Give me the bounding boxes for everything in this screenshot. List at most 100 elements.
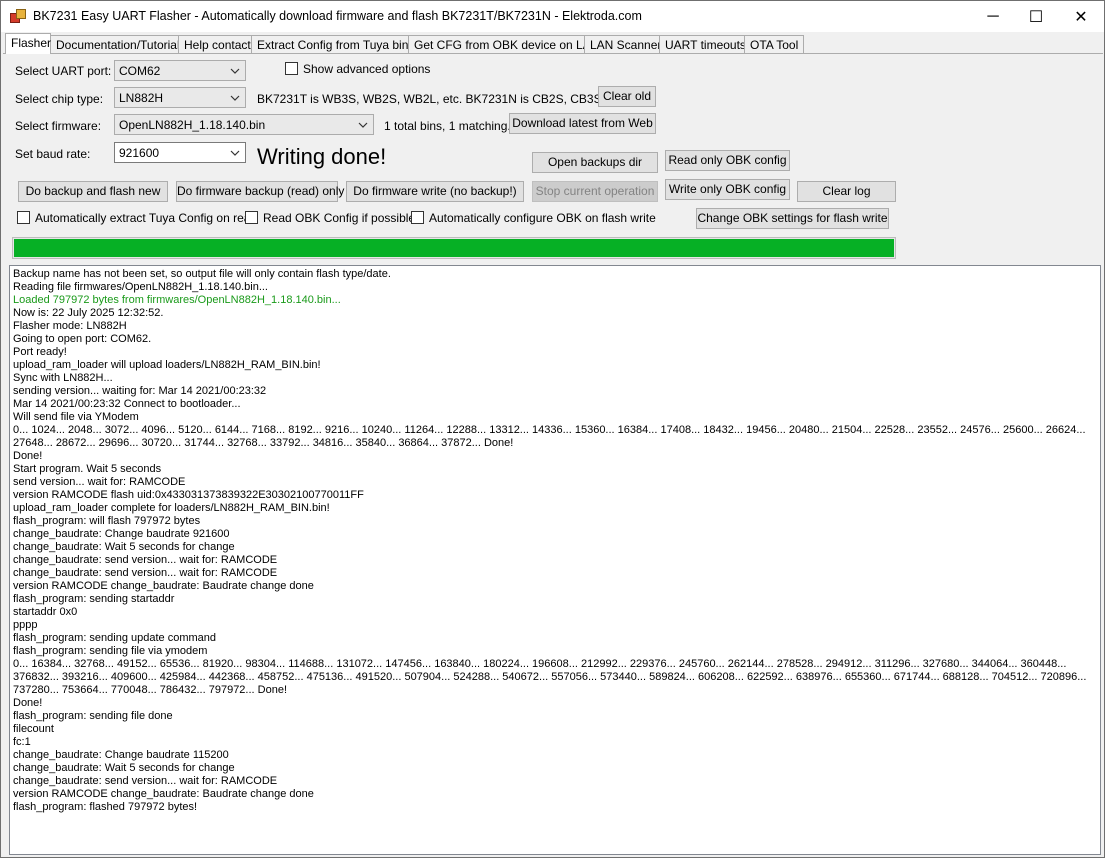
log-line: Done! <box>13 450 43 462</box>
log-line: sending version... waiting for: Mar 14 2… <box>13 385 267 397</box>
tab-extract-config[interactable]: Extract Config from Tuya binary <box>251 35 425 53</box>
auto-configure-checkbox[interactable] <box>411 211 424 224</box>
log-line: 0... 1024... 2048... 3072... 4096... 512… <box>13 424 1086 436</box>
read-only-obk-button[interactable]: Read only OBK config <box>665 150 790 171</box>
log-line: change_baudrate: send version... wait fo… <box>13 554 278 566</box>
log-line: pppp <box>13 619 38 631</box>
log-line: version RAMCODE change_baudrate: Baudrat… <box>13 580 314 592</box>
log-line: Done! <box>13 697 43 709</box>
log-line: startaddr 0x0 <box>13 606 78 618</box>
tab-uart-timeouts[interactable]: UART timeouts <box>659 35 746 53</box>
log-line: Now is: 22 July 2025 12:32:52. <box>13 307 164 319</box>
firmware-write-button[interactable]: Do firmware write (no backup!) <box>346 181 524 202</box>
firmware-label: Select firmware: <box>15 119 102 133</box>
app-icon <box>10 9 26 23</box>
title-bar: BK7231 Easy UART Flasher - Automatically… <box>1 1 1104 32</box>
show-advanced-label: Show advanced options <box>303 62 431 76</box>
show-advanced-checkbox[interactable] <box>285 62 298 75</box>
log-line: flash_program: sending file done <box>13 710 173 722</box>
window-title: BK7231 Easy UART Flasher - Automatically… <box>33 9 642 23</box>
firmware-select[interactable]: OpenLN882H_1.18.140.bin <box>114 114 374 135</box>
clear-log-button[interactable]: Clear log <box>797 181 896 202</box>
tab-strip: Flasher Documentation/Tutorials Help con… <box>3 33 1103 54</box>
log-line: version RAMCODE flash uid:0x433031373839… <box>13 489 364 501</box>
change-obk-settings-button[interactable]: Change OBK settings for flash write <box>696 208 889 229</box>
log-line: change_baudrate: Change baudrate 921600 <box>13 528 230 540</box>
tab-get-cfg-obk[interactable]: Get CFG from OBK device on LAN <box>408 35 599 53</box>
tab-ota-tool[interactable]: OTA Tool <box>744 35 804 53</box>
chevron-down-icon <box>230 150 240 156</box>
chip-type-value: LN882H <box>119 91 164 105</box>
log-line: Loaded 797972 bytes from firmwares/OpenL… <box>13 294 341 306</box>
auto-extract-label: Automatically extract Tuya Config on rea… <box>35 211 258 225</box>
log-line: Port ready! <box>13 346 67 358</box>
uart-port-value: COM62 <box>119 64 161 78</box>
log-line: filecount <box>13 723 54 735</box>
status-text: Writing done! <box>257 144 387 169</box>
maximize-icon: ☐ <box>1028 8 1044 26</box>
read-obk-config-checkbox[interactable] <box>245 211 258 224</box>
close-button[interactable]: ✕ <box>1058 1 1104 32</box>
log-line: change_baudrate: Change baudrate 115200 <box>13 749 229 761</box>
clear-old-button[interactable]: Clear old <box>598 86 656 107</box>
log-line: change_baudrate: send version... wait fo… <box>13 775 278 787</box>
chevron-down-icon <box>230 68 240 74</box>
tab-lan-scanner[interactable]: LAN Scanner <box>584 35 661 53</box>
progress-bar <box>12 237 896 259</box>
log-line: change_baudrate: Wait 5 seconds for chan… <box>13 541 235 553</box>
close-icon: ✕ <box>1074 8 1088 26</box>
maximize-button[interactable]: ☐ <box>1013 1 1059 32</box>
flasher-panel: Select UART port: COM62 Show advanced op… <box>3 53 1103 857</box>
baud-rate-label: Set baud rate: <box>15 147 91 161</box>
tab-flasher[interactable]: Flasher <box>5 33 51 54</box>
open-backups-button[interactable]: Open backups dir <box>532 152 658 173</box>
download-latest-button[interactable]: Download latest from Web <box>509 113 656 134</box>
chip-type-label: Select chip type: <box>15 92 104 106</box>
log-line: Backup name has not been set, so output … <box>13 268 391 280</box>
log-line: 27648... 28672... 29696... 30720... 3174… <box>13 437 514 449</box>
tab-help-contact[interactable]: Help contact <box>178 35 252 53</box>
log-lines: Backup name has not been set, so output … <box>13 268 1086 814</box>
log-line: flash_program: flashed 797972 bytes! <box>13 801 198 813</box>
read-obk-config-label: Read OBK Config if possible <box>263 211 416 225</box>
log-line: upload_ram_loader will upload loaders/LN… <box>13 359 321 371</box>
log-line: flash_program: will flash 797972 bytes <box>13 515 201 527</box>
write-only-obk-button[interactable]: Write only OBK config <box>665 179 790 200</box>
app-window: BK7231 Easy UART Flasher - Automatically… <box>0 0 1105 858</box>
log-line: flash_program: sending update command <box>13 632 217 644</box>
log-line: 376832... 393216... 409600... 425984... … <box>13 671 1087 683</box>
uart-port-select[interactable]: COM62 <box>114 60 246 81</box>
chip-hint-text: BK7231T is WB3S, WB2S, WB2L, etc. BK7231… <box>257 92 625 106</box>
log-output[interactable]: Backup name has not been set, so output … <box>9 265 1101 855</box>
chip-type-select[interactable]: LN882H <box>114 87 246 108</box>
backup-flash-button[interactable]: Do backup and flash new <box>18 181 168 202</box>
minimize-icon: ─ <box>987 7 999 25</box>
chevron-down-icon <box>358 122 368 128</box>
log-line: version RAMCODE change_baudrate: Baudrat… <box>13 788 314 800</box>
uart-port-label: Select UART port: <box>15 64 112 78</box>
log-line: Going to open port: COM62. <box>13 333 152 345</box>
stop-operation-button[interactable]: Stop current operation <box>532 181 658 202</box>
log-line: send version... wait for: RAMCODE <box>13 476 186 488</box>
log-line: 0... 16384... 32768... 49152... 65536...… <box>13 658 1067 670</box>
log-line: flash_program: sending startaddr <box>13 593 175 605</box>
firmware-value: OpenLN882H_1.18.140.bin <box>119 118 266 132</box>
log-line: upload_ram_loader complete for loaders/L… <box>13 502 330 514</box>
minimize-button[interactable]: ─ <box>970 1 1016 32</box>
log-line: flash_program: sending file via ymodem <box>13 645 208 657</box>
log-line: Reading file firmwares/OpenLN882H_1.18.1… <box>13 281 268 293</box>
log-line: Mar 14 2021/00:23:32 Connect to bootload… <box>13 398 241 410</box>
log-line: 737280... 753664... 770048... 786432... … <box>13 684 288 696</box>
baud-rate-select[interactable]: 921600 <box>114 142 246 163</box>
bins-info-text: 1 total bins, 1 matching. <box>384 119 511 133</box>
log-line: fc:1 <box>13 736 31 748</box>
chevron-down-icon <box>230 95 240 101</box>
firmware-backup-button[interactable]: Do firmware backup (read) only <box>176 181 344 202</box>
tab-documentation[interactable]: Documentation/Tutorials <box>50 35 186 53</box>
log-line: Sync with LN882H... <box>13 372 113 384</box>
log-line: change_baudrate: send version... wait fo… <box>13 567 278 579</box>
log-line: Start program. Wait 5 seconds <box>13 463 162 475</box>
log-line: Flasher mode: LN882H <box>13 320 127 332</box>
auto-configure-label: Automatically configure OBK on flash wri… <box>429 211 656 225</box>
auto-extract-checkbox[interactable] <box>17 211 30 224</box>
